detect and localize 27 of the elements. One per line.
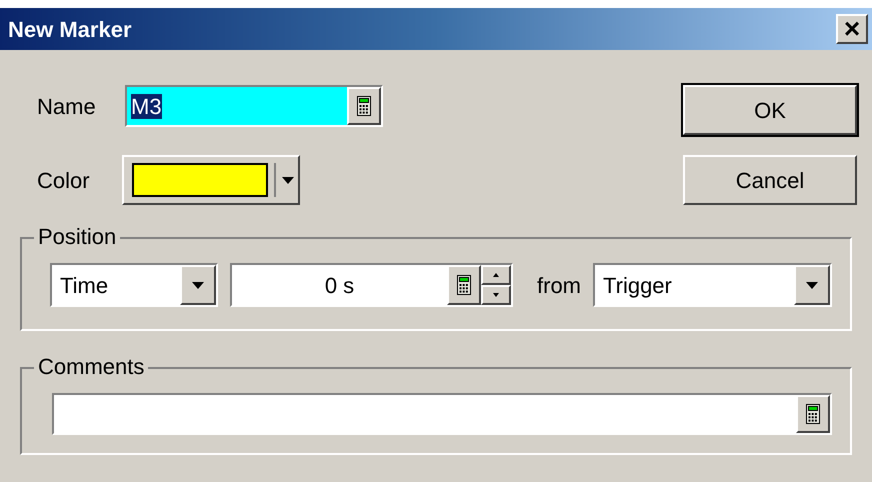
- down-arrow-icon: [493, 293, 499, 297]
- color-picker[interactable]: [122, 155, 300, 205]
- name-value: M3: [131, 94, 162, 118]
- dialog-button[interactable]: Cancel: [683, 155, 857, 205]
- spin-down-button[interactable]: [481, 285, 511, 305]
- name-field[interactable]: M3: [125, 85, 383, 127]
- comments-field[interactable]: [52, 393, 832, 435]
- window-title: New Marker: [8, 16, 132, 44]
- time-field[interactable]: 0 s: [230, 263, 513, 307]
- dropdown-arrow-icon: [806, 282, 818, 288]
- dropdown[interactable]: Trigger: [593, 263, 832, 307]
- dropdown-arrow-icon: [282, 176, 294, 184]
- calculator-button[interactable]: [447, 265, 481, 305]
- close-button[interactable]: ×: [836, 14, 868, 44]
- dropdown[interactable]: Time: [50, 263, 218, 307]
- calculator-icon: [357, 96, 371, 116]
- calculator-icon: [806, 404, 820, 424]
- spin-up-button[interactable]: [481, 265, 511, 285]
- color-label: Color: [37, 166, 91, 194]
- calculator-button[interactable]: [347, 87, 381, 125]
- up-arrow-icon: [493, 273, 499, 277]
- name-label: Name: [37, 92, 97, 120]
- calculator-button[interactable]: [796, 395, 830, 433]
- calculator-icon: [457, 275, 471, 295]
- from-label: from: [537, 272, 581, 300]
- dialog-button[interactable]: OK: [683, 85, 857, 135]
- dropdown-arrow-icon: [192, 282, 204, 288]
